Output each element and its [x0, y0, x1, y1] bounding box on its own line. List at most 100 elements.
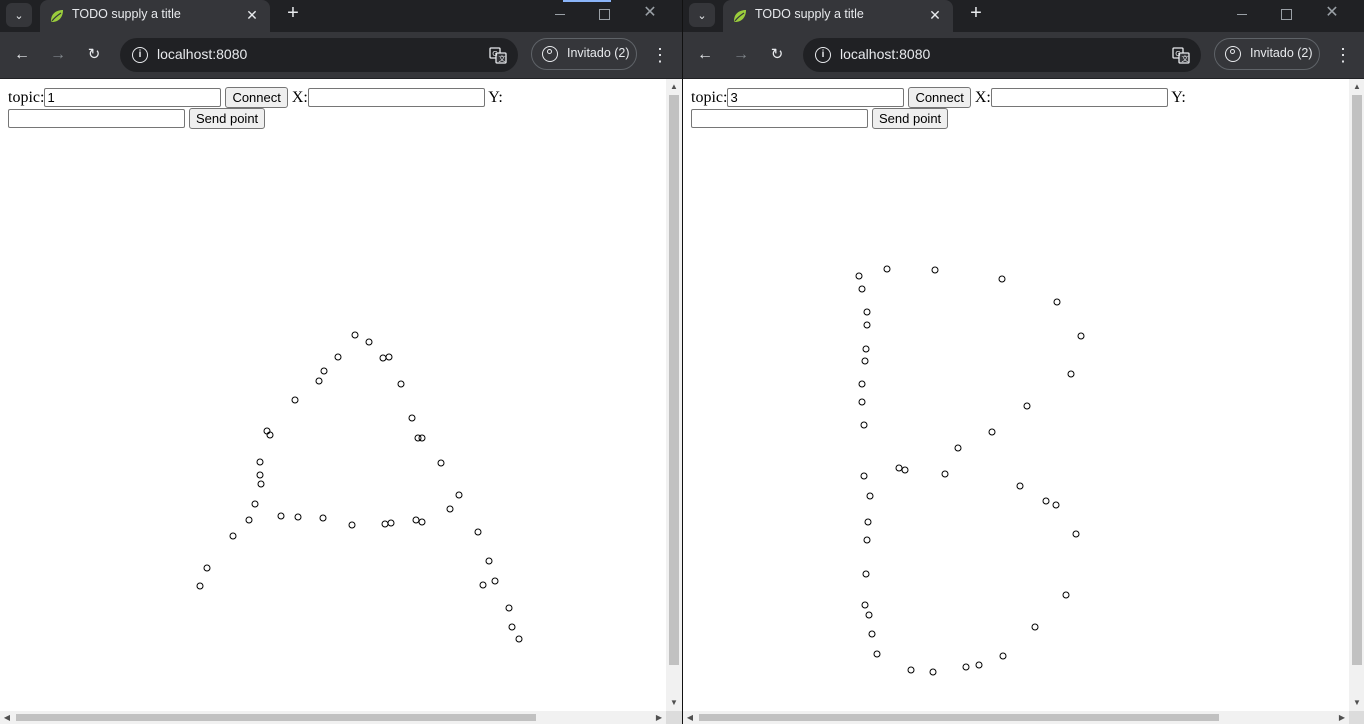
- new-tab-plus-icon[interactable]: +: [282, 2, 304, 24]
- kebab-menu-icon[interactable]: ⋮: [1333, 43, 1353, 67]
- scrollbar-corner: [1349, 711, 1364, 724]
- point-marker: [863, 321, 871, 329]
- kebab-menu-icon[interactable]: ⋮: [650, 43, 670, 67]
- point-marker: [941, 470, 949, 478]
- point-marker: [873, 650, 881, 658]
- point-marker: [196, 582, 204, 590]
- tab-search-chevron-icon[interactable]: ⌄: [689, 3, 715, 27]
- point-marker: [862, 345, 870, 353]
- tab-strip: ⌄ TODO supply a title ✕ + ✕: [0, 0, 682, 32]
- point-marker: [962, 663, 970, 671]
- point-marker: [975, 661, 983, 669]
- scroll-down-icon[interactable]: ▼: [1349, 695, 1364, 711]
- y-input[interactable]: [8, 109, 185, 128]
- point-marker: [485, 557, 493, 565]
- maximize-icon[interactable]: [582, 0, 626, 28]
- point-marker: [1031, 623, 1039, 631]
- connect-button[interactable]: Connect: [908, 87, 971, 108]
- horizontal-scrollbar[interactable]: ◀ ▶: [683, 711, 1349, 724]
- point-marker: [381, 520, 389, 528]
- scroll-up-icon[interactable]: ▲: [666, 79, 682, 95]
- point-form: topic: Connect X: Y: Send point: [8, 87, 528, 129]
- scroll-left-icon[interactable]: ◀: [0, 711, 14, 724]
- point-marker: [491, 577, 499, 585]
- point-marker: [1072, 530, 1080, 538]
- site-info-icon[interactable]: i: [132, 47, 148, 63]
- new-tab-plus-icon[interactable]: +: [965, 2, 987, 24]
- forward-arrow-icon[interactable]: →: [46, 43, 70, 67]
- tab-search-chevron-icon[interactable]: ⌄: [6, 3, 32, 27]
- close-tab-icon[interactable]: ✕: [242, 5, 262, 25]
- topic-input[interactable]: [44, 88, 222, 107]
- minimize-icon[interactable]: [1220, 0, 1264, 28]
- scroll-up-icon[interactable]: ▲: [1349, 79, 1364, 95]
- profile-button[interactable]: Invitado (2): [531, 38, 637, 70]
- site-info-icon[interactable]: i: [815, 47, 831, 63]
- scroll-right-icon[interactable]: ▶: [1335, 711, 1349, 724]
- scroll-thumb-horizontal[interactable]: [699, 714, 1219, 721]
- close-tab-icon[interactable]: ✕: [925, 5, 945, 25]
- profile-button[interactable]: Invitado (2): [1214, 38, 1320, 70]
- point-marker: [860, 421, 868, 429]
- scroll-left-icon[interactable]: ◀: [683, 711, 697, 724]
- horizontal-scrollbar[interactable]: ◀ ▶: [0, 711, 666, 724]
- point-marker: [257, 480, 265, 488]
- translate-icon[interactable]: G 文: [1171, 45, 1191, 65]
- point-marker: [203, 564, 211, 572]
- vertical-scrollbar[interactable]: ▲ ▼: [1349, 79, 1364, 711]
- back-arrow-icon[interactable]: ←: [10, 43, 34, 67]
- active-tab[interactable]: TODO supply a title ✕: [723, 0, 953, 32]
- drawing-canvas[interactable]: [0, 139, 666, 711]
- vertical-scrollbar[interactable]: ▲ ▼: [666, 79, 682, 711]
- topic-input[interactable]: [727, 88, 905, 107]
- drawing-canvas[interactable]: [683, 139, 1349, 711]
- point-marker: [315, 377, 323, 385]
- close-window-icon[interactable]: ✕: [628, 0, 672, 28]
- point-marker: [1023, 402, 1031, 410]
- point-marker: [334, 353, 342, 361]
- point-marker: [861, 357, 869, 365]
- point-marker: [866, 492, 874, 500]
- scroll-thumb[interactable]: [669, 95, 679, 665]
- point-marker: [418, 518, 426, 526]
- connect-button[interactable]: Connect: [225, 87, 288, 108]
- scroll-thumb-horizontal[interactable]: [16, 714, 536, 721]
- close-window-icon[interactable]: ✕: [1310, 0, 1354, 28]
- point-marker: [245, 516, 253, 524]
- active-tab[interactable]: TODO supply a title ✕: [40, 0, 270, 32]
- browser-window-right: ⌄ TODO supply a title ✕ + ✕ ← → ↻ i loca…: [683, 0, 1364, 724]
- x-input[interactable]: [307, 88, 485, 107]
- reload-icon[interactable]: ↻: [82, 43, 106, 67]
- guest-profile-icon: [1225, 46, 1241, 62]
- url-text[interactable]: localhost:8080: [157, 46, 247, 62]
- x-input[interactable]: [990, 88, 1168, 107]
- y-input[interactable]: [691, 109, 868, 128]
- tab-strip: ⌄ TODO supply a title ✕ + ✕: [683, 0, 1364, 32]
- point-marker: [858, 380, 866, 388]
- scroll-down-icon[interactable]: ▼: [666, 695, 682, 711]
- tab-title: TODO supply a title: [72, 7, 181, 21]
- send-point-button[interactable]: Send point: [189, 108, 266, 129]
- maximize-icon[interactable]: [1264, 0, 1308, 28]
- point-marker: [861, 601, 869, 609]
- point-marker: [446, 505, 454, 513]
- scroll-right-icon[interactable]: ▶: [652, 711, 666, 724]
- url-text[interactable]: localhost:8080: [840, 46, 930, 62]
- x-label: X:: [974, 89, 991, 106]
- point-form: topic: Connect X: Y: Send point: [691, 87, 1211, 129]
- point-marker: [929, 668, 937, 676]
- back-arrow-icon[interactable]: ←: [693, 43, 717, 67]
- point-marker: [855, 272, 863, 280]
- forward-arrow-icon[interactable]: →: [729, 43, 753, 67]
- page-viewport: topic: Connect X: Y: Send point: [683, 79, 1349, 711]
- address-bar[interactable]: i localhost:8080 G 文: [120, 38, 518, 72]
- address-bar[interactable]: i localhost:8080 G 文: [803, 38, 1201, 72]
- point-marker: [862, 570, 870, 578]
- scroll-thumb[interactable]: [1352, 95, 1362, 665]
- send-point-button[interactable]: Send point: [872, 108, 949, 129]
- point-marker: [515, 635, 523, 643]
- minimize-icon[interactable]: [538, 0, 582, 28]
- reload-icon[interactable]: ↻: [765, 43, 789, 67]
- point-marker: [863, 308, 871, 316]
- translate-icon[interactable]: G 文: [488, 45, 508, 65]
